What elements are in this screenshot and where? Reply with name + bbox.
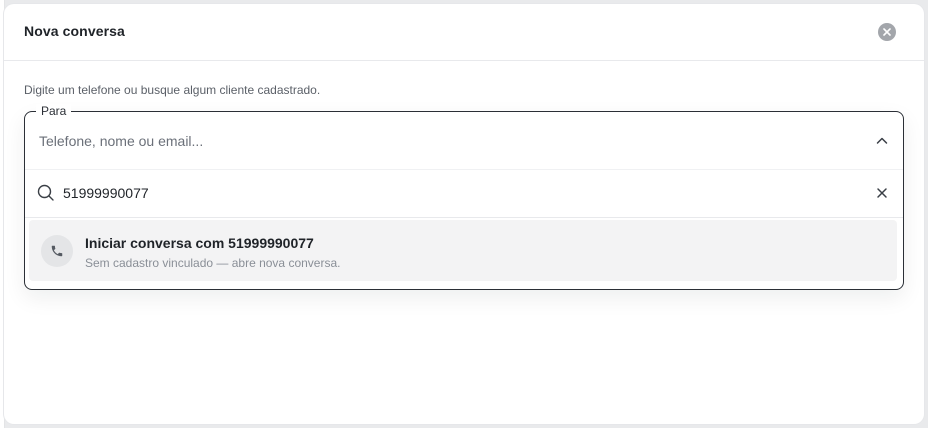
option-title: Iniciar conversa com 51999990077 [85, 235, 314, 251]
search-input[interactable]: 51999990077 [63, 185, 149, 201]
recipient-input[interactable]: Telefone, nome ou email... [25, 112, 903, 169]
chevron-up-icon[interactable] [875, 134, 889, 148]
phone-icon [51, 245, 63, 257]
option-subtitle: Sem cadastro vinculado — abre nova conve… [85, 256, 341, 270]
new-conversation-dialog: Nova conversa Digite um telefone ou busq… [4, 4, 924, 424]
search-icon [37, 184, 54, 201]
recipient-placeholder: Telefone, nome ou email... [39, 133, 204, 149]
recipient-combobox: Para Telefone, nome ou email... 51999990… [24, 104, 904, 290]
search-field[interactable]: 51999990077 [25, 169, 903, 218]
dialog-header: Nova conversa [4, 4, 924, 61]
close-icon [883, 28, 891, 36]
dialog-title: Nova conversa [24, 23, 125, 39]
close-button[interactable] [878, 23, 896, 41]
clear-icon[interactable] [875, 186, 889, 200]
start-conversation-option[interactable]: Iniciar conversa com 51999990077 Sem cad… [29, 220, 897, 281]
dialog-hint: Digite um telefone ou busque algum clien… [24, 83, 321, 97]
option-icon-badge [41, 235, 73, 267]
